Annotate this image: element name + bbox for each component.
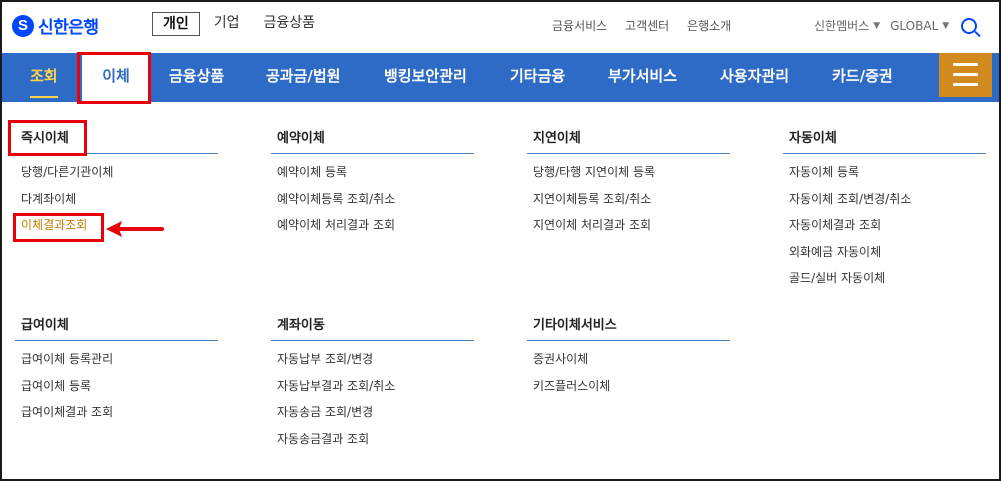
menu-item[interactable]: 자동송금결과 조회 xyxy=(271,426,474,453)
chevron-down-icon: ▼ xyxy=(942,20,950,31)
top-bar: 신한은행 개인 기업 금융상품 금융서비스 고객센터 은행소개 신한멤버스 ▼ … xyxy=(2,2,999,53)
menu-column-title: 기타이체서비스 xyxy=(527,315,730,341)
menu-item[interactable]: 골드/실버 자동이체 xyxy=(783,265,986,292)
nav-item-extra-services[interactable]: 부가서비스 xyxy=(608,53,677,102)
hamburger-line xyxy=(953,63,978,66)
util-link-about-bank[interactable]: 은행소개 xyxy=(687,19,731,33)
red-arrow-icon xyxy=(106,221,164,237)
hamburger-line xyxy=(953,83,978,86)
menu-item[interactable]: 자동납부 조회/변경 xyxy=(271,346,474,373)
menu-item[interactable]: 키즈플러스이체 xyxy=(527,373,730,400)
menu-hamburger-button[interactable] xyxy=(939,53,992,97)
menu-item[interactable]: 자동이체결과 조회 xyxy=(783,212,986,239)
nav-item-card-securities[interactable]: 카드/증권 xyxy=(832,53,893,102)
nav-item-banking-security[interactable]: 뱅킹보안관리 xyxy=(384,53,467,102)
brand-name: 신한은행 xyxy=(38,18,99,38)
menu-item[interactable]: 외화예금 자동이체 xyxy=(783,239,986,266)
segment-tab-personal[interactable]: 개인 xyxy=(152,12,200,36)
global-link[interactable]: GLOBAL xyxy=(890,19,938,33)
nav-item-inquiry[interactable]: 조회 xyxy=(30,53,58,102)
menu-item[interactable]: 자동이체 등록 xyxy=(783,159,986,186)
right-utility: 신한멤버스 ▼ GLOBAL ▼ xyxy=(814,17,978,34)
menu-item[interactable]: 급여이체결과 조회 xyxy=(15,399,218,426)
main-nav: 조회 이체 금융상품 공과금/법원 뱅킹보안관리 기타금융 부가서비스 사용자관… xyxy=(2,53,999,102)
menu-item[interactable]: 당행/다른기관이체 xyxy=(15,159,218,186)
menu-column-title: 급여이체 xyxy=(15,315,218,341)
menu-item[interactable]: 자동이체 조회/변경/취소 xyxy=(783,186,986,213)
menu-column-other-transfer-services: 기타이체서비스 증권사이체 키즈플러스이체 xyxy=(527,315,730,399)
menu-column-account-switch: 계좌이동 자동납부 조회/변경 자동납부결과 조회/취소 자동송금 조회/변경 … xyxy=(271,315,474,452)
segment-tab-business[interactable]: 기업 xyxy=(204,12,250,36)
menu-item[interactable]: 지연이체등록 조회/취소 xyxy=(527,186,730,213)
nav-item-utility-court[interactable]: 공과금/법원 xyxy=(266,53,340,102)
util-link-financial-services[interactable]: 금융서비스 xyxy=(552,19,607,33)
menu-column-salary-transfer: 급여이체 급여이체 등록관리 급여이체 등록 급여이체결과 조회 xyxy=(15,315,218,426)
menu-item[interactable]: 급여이체 등록 xyxy=(15,373,218,400)
menu-item[interactable]: 지연이체 처리결과 조회 xyxy=(527,212,730,239)
menu-item[interactable]: 급여이체 등록관리 xyxy=(15,346,218,373)
segment-tab-products[interactable]: 금융상품 xyxy=(254,12,326,36)
menu-item[interactable]: 예약이체등록 조회/취소 xyxy=(271,186,474,213)
util-link-customer-center[interactable]: 고객센터 xyxy=(625,19,669,33)
menu-item[interactable]: 예약이체 등록 xyxy=(271,159,474,186)
customer-segment-tabs: 개인 기업 금융상품 xyxy=(152,12,329,36)
menu-column-title: 계좌이동 xyxy=(271,315,474,341)
brand-logo[interactable]: 신한은행 xyxy=(12,13,99,38)
utility-links: 금융서비스 고객센터 은행소개 xyxy=(552,17,745,34)
nav-item-transfer[interactable]: 이체 xyxy=(82,53,150,102)
menu-item[interactable]: 증권사이체 xyxy=(527,346,730,373)
nav-item-other-finance[interactable]: 기타금융 xyxy=(510,53,565,102)
nav-item-financial-products[interactable]: 금융상품 xyxy=(169,53,224,102)
menu-column-title: 예약이체 xyxy=(271,128,474,154)
menu-item[interactable]: 예약이체 처리결과 조회 xyxy=(271,212,474,239)
hamburger-line xyxy=(953,73,978,76)
menu-column-title: 자동이체 xyxy=(783,128,986,154)
menu-column-scheduled-transfer: 예약이체 예약이체 등록 예약이체등록 조회/취소 예약이체 처리결과 조회 xyxy=(271,128,474,239)
members-link[interactable]: 신한멤버스 xyxy=(814,17,869,34)
nav-item-user-management[interactable]: 사용자관리 xyxy=(720,53,789,102)
menu-column-title: 즉시이체 xyxy=(15,128,218,154)
search-icon[interactable] xyxy=(961,17,978,34)
menu-item[interactable]: 다계좌이체 xyxy=(15,186,218,213)
menu-item[interactable]: 자동납부결과 조회/취소 xyxy=(271,373,474,400)
menu-item[interactable]: 당행/타행 지연이체 등록 xyxy=(527,159,730,186)
shinhan-logo-icon xyxy=(12,14,34,37)
menu-item[interactable]: 자동송금 조회/변경 xyxy=(271,399,474,426)
chevron-down-icon: ▼ xyxy=(873,20,881,31)
menu-column-delayed-transfer: 지연이체 당행/타행 지연이체 등록 지연이체등록 조회/취소 지연이체 처리결… xyxy=(527,128,730,239)
menu-column-auto-transfer: 자동이체 자동이체 등록 자동이체 조회/변경/취소 자동이체결과 조회 외화예… xyxy=(783,128,986,292)
menu-column-title: 지연이체 xyxy=(527,128,730,154)
